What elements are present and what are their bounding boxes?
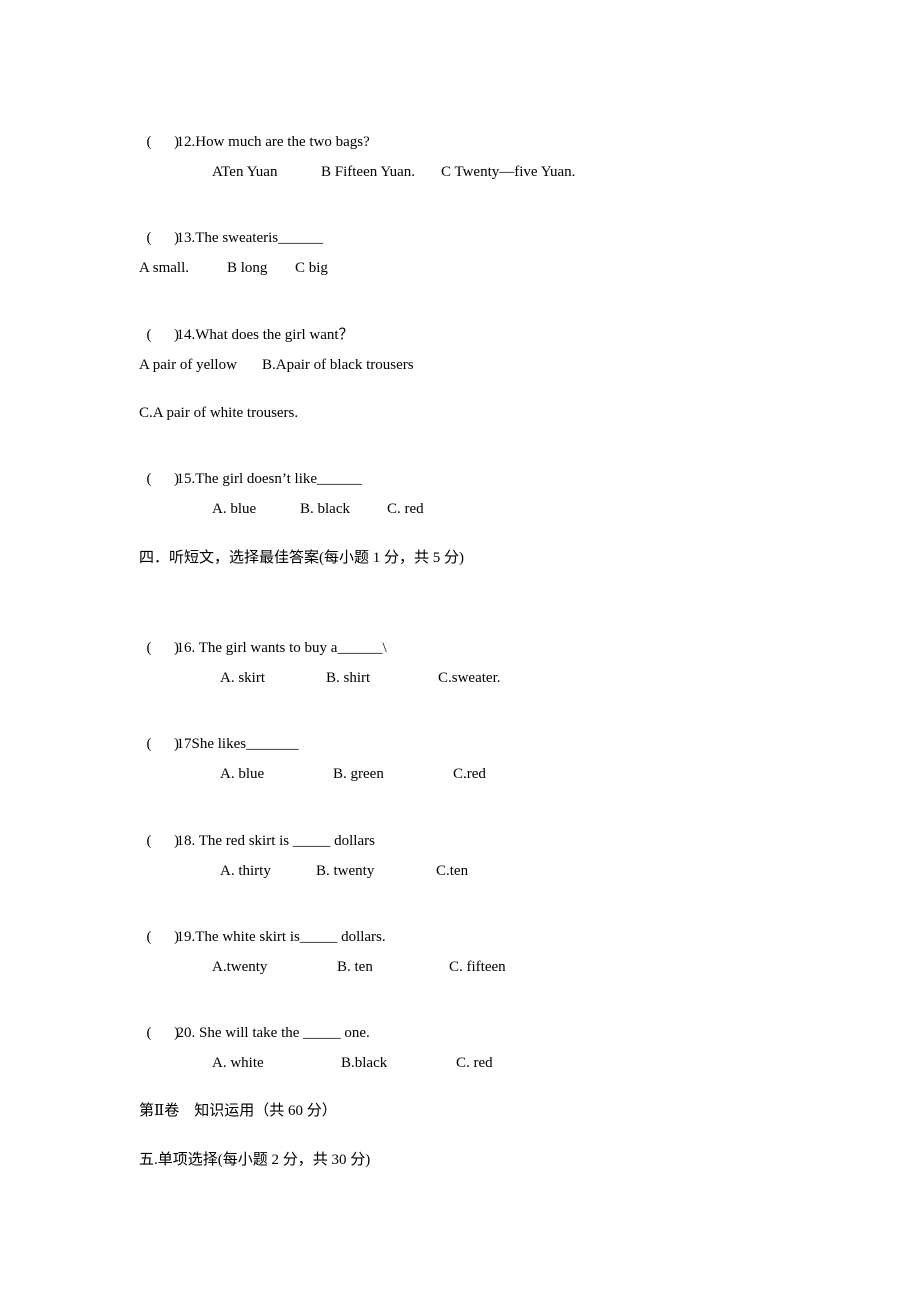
option-c: C big [295, 260, 328, 276]
question-20: ( )20. She will take the _____ one. [139, 1006, 370, 1042]
answer-blank[interactable]: ( ) [147, 639, 180, 657]
section-heading-4: 四．听短文，选择最佳答案(每小题 1 分，共 5 分) [139, 550, 464, 566]
option-a: ATen Yuan [212, 164, 278, 180]
option-c: C. red [387, 501, 424, 517]
option-c: C. fifteen [449, 959, 506, 975]
answer-blank[interactable]: ( ) [147, 832, 180, 850]
question-14: ( )14.What does the girl want？ [139, 308, 354, 344]
question-text: 16. The girl wants to buy a______\ [176, 640, 387, 656]
answer-blank[interactable]: ( ) [147, 735, 180, 753]
question-text: 17She likes_______ [176, 736, 299, 752]
answer-blank[interactable]: ( ) [147, 326, 180, 344]
option-a: A. blue [220, 766, 265, 782]
option-c: C. red [456, 1055, 493, 1071]
option-c: C.ten [436, 863, 469, 879]
option-a: A.twenty [212, 959, 268, 975]
question-text: 13.The sweateris______ [176, 230, 324, 246]
answer-blank[interactable]: ( ) [147, 1024, 180, 1042]
question-text: 20. She will take the _____ one. [176, 1025, 370, 1041]
option-c: C.A pair of white trousers. [139, 405, 299, 421]
section-heading-5: 五.单项选择(每小题 2 分，共 30 分) [139, 1152, 371, 1168]
option-b: B.black [341, 1055, 388, 1071]
option-a: A pair of yellow [139, 357, 237, 373]
question-text: 15.The girl doesn’t like______ [176, 471, 363, 487]
option-b: B. ten [337, 959, 373, 975]
option-b: B long [227, 260, 268, 276]
answer-blank[interactable]: ( ) [147, 133, 180, 151]
question-15: ( )15.The girl doesn’t like______ [139, 452, 363, 488]
option-c: C.red [453, 766, 486, 782]
option-b: B. twenty [316, 863, 375, 879]
question-16: ( )16. The girl wants to buy a______\ [139, 621, 387, 657]
option-a: A. skirt [220, 670, 265, 686]
option-b: B. black [300, 501, 350, 517]
question-text: 19.The white skirt is_____ dollars. [176, 929, 386, 945]
option-b: B.Apair of black trousers [262, 357, 414, 373]
option-a: A. white [212, 1055, 264, 1071]
part-2-heading: 第Ⅱ卷 知识运用（共 60 分） [139, 1103, 337, 1119]
option-b: B Fifteen Yuan. [321, 164, 416, 180]
option-a: A. thirty [220, 863, 271, 879]
option-b: B. green [333, 766, 384, 782]
option-b: B. shirt [326, 670, 371, 686]
question-text: 12.How much are the two bags? [176, 134, 370, 150]
question-17: ( )17She likes_______ [139, 717, 299, 753]
question-text: 14.What does the girl want？ [176, 327, 354, 343]
question-13: ( )13.The sweateris______ [139, 211, 324, 247]
answer-blank[interactable]: ( ) [147, 229, 180, 247]
option-c: C Twenty—five Yuan. [441, 164, 576, 180]
option-a: A small. [139, 260, 190, 276]
question-12: ( )12.How much are the two bags? [139, 115, 370, 151]
option-a: A. blue [212, 501, 257, 517]
question-19: ( )19.The white skirt is_____ dollars. [139, 910, 386, 946]
question-18: ( )18. The red skirt is _____ dollars [139, 814, 375, 850]
option-c: C.sweater. [438, 670, 501, 686]
answer-blank[interactable]: ( ) [147, 470, 180, 488]
question-text: 18. The red skirt is _____ dollars [176, 833, 375, 849]
answer-blank[interactable]: ( ) [147, 928, 180, 946]
